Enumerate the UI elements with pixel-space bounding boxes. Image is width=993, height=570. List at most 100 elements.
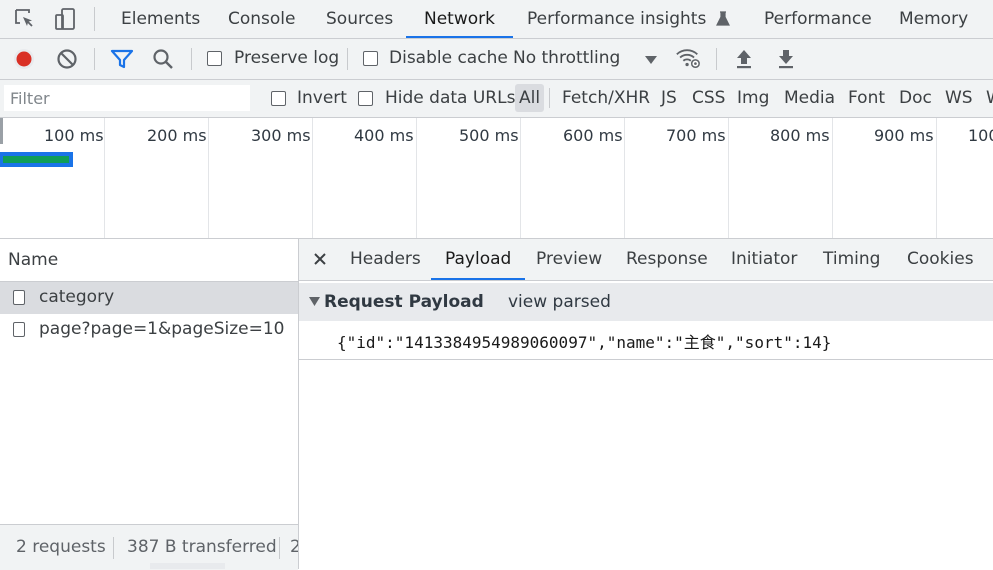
tick-label: 500 ms xyxy=(459,126,519,145)
network-status-bar: 2 requests 387 B transferred 2 xyxy=(0,524,298,570)
document-icon xyxy=(13,322,25,337)
gridline xyxy=(728,118,729,238)
view-parsed-toggle[interactable]: view parsed xyxy=(508,292,611,312)
device-toolbar-icon[interactable] xyxy=(52,6,78,32)
gridline xyxy=(624,118,625,238)
tab-performance-insights[interactable]: Performance insights xyxy=(527,0,730,38)
separator xyxy=(191,48,192,70)
gridline xyxy=(832,118,833,238)
detail-tab-bar: Headers Payload Preview Response Initiat… xyxy=(299,239,993,281)
payload-body: {"id":"1413384954989060097","name":"主食",… xyxy=(299,321,993,360)
tab-cookies[interactable]: Cookies xyxy=(907,239,974,280)
throttling-select[interactable]: No throttling xyxy=(513,48,620,68)
tab-timing[interactable]: Timing xyxy=(823,239,880,280)
gridline xyxy=(520,118,521,238)
tab-network[interactable]: Network xyxy=(406,0,513,38)
transferred-size: 387 B transferred xyxy=(127,537,277,557)
triangle-down-icon[interactable] xyxy=(309,297,320,307)
gridline xyxy=(416,118,417,238)
type-filter-doc[interactable]: Doc xyxy=(899,84,932,112)
network-conditions-icon[interactable] xyxy=(675,45,701,71)
tab-preview[interactable]: Preview xyxy=(536,239,602,280)
request-count: 2 requests xyxy=(16,537,106,557)
document-icon xyxy=(13,290,25,305)
separator xyxy=(279,537,280,559)
overview-timeline[interactable]: 100 ms 200 ms 300 ms 400 ms 500 ms 600 m… xyxy=(0,118,993,239)
separator xyxy=(94,48,95,70)
type-filter-css[interactable]: CSS xyxy=(692,84,725,112)
tick-label: 200 ms xyxy=(147,126,207,145)
tab-payload[interactable]: Payload xyxy=(430,239,526,280)
separator xyxy=(549,88,550,108)
inspect-element-icon[interactable] xyxy=(12,6,38,32)
filter-bar: Invert Hide data URLs All Fetch/XHR JS C… xyxy=(0,80,993,118)
devtools-tab-bar: Elements Console Sources Network Perform… xyxy=(0,0,993,39)
clear-icon[interactable] xyxy=(54,46,80,72)
record-icon[interactable] xyxy=(11,46,37,72)
gridline xyxy=(104,118,105,238)
section-title: Request Payload xyxy=(324,292,484,312)
upload-icon[interactable] xyxy=(731,46,757,72)
hide-data-urls-label: Hide data URLs xyxy=(385,88,516,108)
search-icon[interactable] xyxy=(150,46,176,72)
gridline xyxy=(208,118,209,238)
payload-json: {"id":"1413384954989060097","name":"主食",… xyxy=(337,333,832,352)
tick-label: 100 ms xyxy=(44,126,104,145)
type-filter-img[interactable]: Img xyxy=(737,84,769,112)
type-filter-media[interactable]: Media xyxy=(784,84,835,112)
tab-elements[interactable]: Elements xyxy=(121,0,200,38)
disable-cache-label: Disable cache xyxy=(389,48,508,68)
type-filter-all[interactable]: All xyxy=(515,84,545,112)
request-list: Name category page?page=1&pageSize=10 2 … xyxy=(0,239,299,570)
name-column-label: Name xyxy=(8,250,59,270)
tab-performance-insights-label: Performance insights xyxy=(527,9,707,29)
gridline xyxy=(312,118,313,238)
tick-label: 800 ms xyxy=(770,126,830,145)
request-row-page[interactable]: page?page=1&pageSize=10 xyxy=(0,314,298,346)
request-detail-pane: Headers Payload Preview Response Initiat… xyxy=(299,239,993,569)
tick-label: 300 ms xyxy=(251,126,311,145)
tab-sources[interactable]: Sources xyxy=(326,0,393,38)
tab-initiator[interactable]: Initiator xyxy=(731,239,797,280)
tab-response[interactable]: Response xyxy=(626,239,708,280)
preserve-log-label: Preserve log xyxy=(234,48,340,68)
type-filter-js[interactable]: JS xyxy=(661,84,677,112)
type-filter-font[interactable]: Font xyxy=(848,84,885,112)
tab-headers[interactable]: Headers xyxy=(350,239,421,280)
disable-cache-checkbox[interactable] xyxy=(363,51,378,66)
type-filter-fetch-xhr[interactable]: Fetch/XHR xyxy=(562,84,650,112)
timeline-start-handle[interactable] xyxy=(0,118,3,144)
tab-performance[interactable]: Performance xyxy=(764,0,872,38)
network-toolbar: Preserve log Disable cache No throttling xyxy=(0,39,993,80)
request-name: category xyxy=(39,287,115,307)
horizontal-scrollbar[interactable] xyxy=(150,563,225,569)
hide-data-urls-checkbox[interactable] xyxy=(358,91,373,106)
request-payload-section-header[interactable]: Request Payload view parsed xyxy=(299,283,993,321)
separator xyxy=(113,537,114,559)
caret-down-icon[interactable] xyxy=(638,47,664,73)
request-bar-green xyxy=(3,156,69,163)
request-row-category[interactable]: category xyxy=(0,282,298,314)
tab-console[interactable]: Console xyxy=(228,0,296,38)
preserve-log-checkbox[interactable] xyxy=(207,51,222,66)
type-filter-ws[interactable]: WS xyxy=(945,84,973,112)
invert-checkbox[interactable] xyxy=(271,91,286,106)
tick-label: 100 xyxy=(968,126,993,145)
close-icon[interactable] xyxy=(307,246,333,272)
type-filter-wasm[interactable]: W xyxy=(986,84,993,112)
flask-icon xyxy=(715,11,730,27)
name-column-header[interactable]: Name xyxy=(0,239,298,282)
tick-label: 600 ms xyxy=(563,126,623,145)
tab-memory[interactable]: Memory xyxy=(899,0,968,38)
gridline xyxy=(936,118,937,238)
invert-label: Invert xyxy=(297,88,347,108)
tick-label: 700 ms xyxy=(666,126,726,145)
filter-icon[interactable] xyxy=(109,46,135,72)
request-name: page?page=1&pageSize=10 xyxy=(39,319,285,339)
filter-input[interactable] xyxy=(4,85,250,111)
separator xyxy=(94,7,95,31)
separator xyxy=(716,48,717,70)
separator xyxy=(347,48,348,70)
tick-label: 900 ms xyxy=(874,126,934,145)
download-icon[interactable] xyxy=(773,46,799,72)
